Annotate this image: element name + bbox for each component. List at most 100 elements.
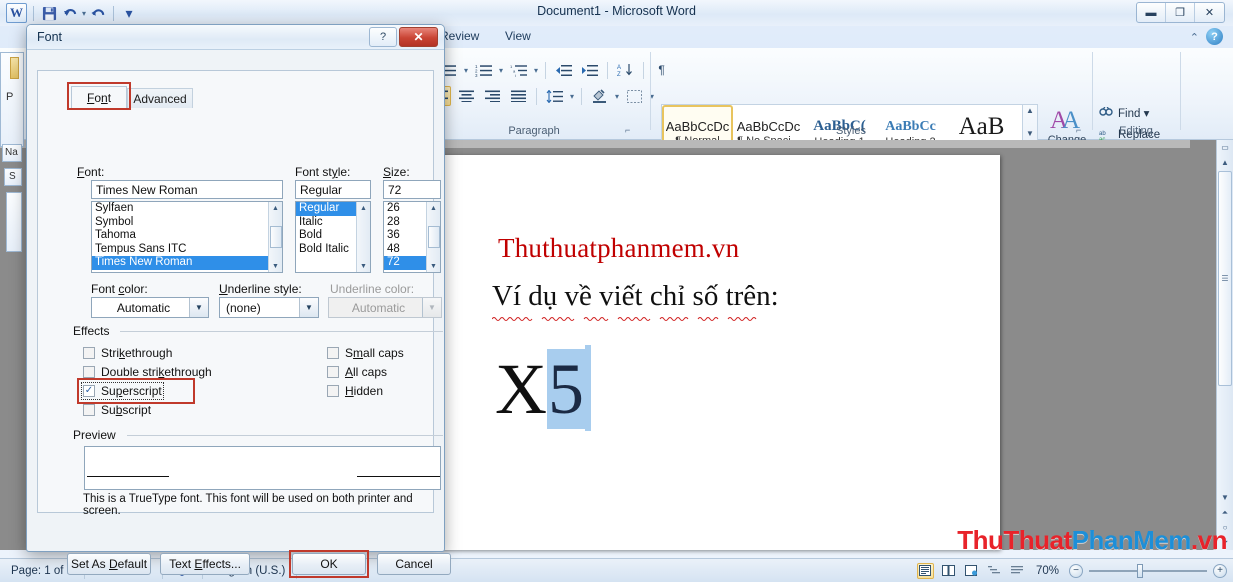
bullets-dropdown-icon[interactable]: ▾ (464, 66, 468, 75)
cancel-button[interactable]: Cancel (377, 553, 451, 575)
checkbox-box[interactable] (327, 347, 339, 359)
decrease-indent-icon[interactable] (553, 60, 574, 80)
increase-indent-icon[interactable] (579, 60, 600, 80)
size-input[interactable]: 72 (383, 180, 441, 199)
font-style-list-scrollbar[interactable]: ▲ ▼ (356, 202, 370, 272)
font-input[interactable]: Times New Roman (91, 180, 283, 199)
print-layout-icon[interactable] (917, 563, 934, 579)
style-list-scroll-up-icon[interactable]: ▲ (358, 202, 370, 214)
tab-advanced[interactable]: Advanced (127, 88, 193, 108)
checkbox-double-strikethrough[interactable]: Double strikethrough (83, 365, 212, 379)
scroll-thumb[interactable]: ☰ (1218, 171, 1232, 386)
zoom-slider-knob[interactable] (1137, 564, 1143, 578)
restore-icon[interactable]: ❐ (1166, 3, 1195, 22)
styles-scroll-up-icon[interactable]: ▲ (1026, 106, 1034, 115)
checkbox-subscript[interactable]: Subscript (83, 403, 151, 417)
checkbox-small-caps[interactable]: Small caps (327, 346, 404, 360)
show-formatting-marks-icon[interactable]: ¶ (651, 60, 672, 80)
sort-icon[interactable]: AZ (615, 60, 636, 80)
list-item[interactable]: Sylfaen (92, 202, 282, 216)
previous-page-icon[interactable]: ⏶ (1218, 505, 1233, 520)
set-as-default-button[interactable]: Set As Default (67, 553, 151, 575)
group-label-editing: Editing (1098, 125, 1174, 137)
scroll-down-icon[interactable]: ▼ (1218, 490, 1233, 505)
draft-icon[interactable] (1009, 563, 1026, 579)
multilevel-list-icon[interactable]: 1ai (508, 60, 529, 80)
multilevel-dropdown-icon[interactable]: ▾ (534, 66, 538, 75)
vertical-scrollbar[interactable]: ▭ ▲ ☰ ▼ ⏶ ○ ⏷ (1216, 140, 1233, 550)
font-style-listbox[interactable]: Regular Italic Bold Bold Italic ▲ ▼ (295, 201, 371, 273)
scroll-up-icon[interactable]: ▲ (1218, 155, 1233, 170)
numbering-dropdown-icon[interactable]: ▾ (499, 66, 503, 75)
checkbox-all-caps[interactable]: All caps (327, 365, 387, 379)
checkbox-box[interactable] (83, 366, 95, 378)
zoom-out-button[interactable]: − (1069, 564, 1083, 578)
paragraph-dialog-launcher-icon[interactable]: ⌐ (625, 125, 630, 135)
document-heading-text: Thuthuatphanmem.vn (498, 233, 739, 264)
tab-review[interactable]: Review (440, 29, 479, 43)
font-list-scroll-thumb[interactable] (270, 226, 282, 248)
checkbox-box[interactable] (327, 385, 339, 397)
tab-view[interactable]: View (505, 29, 531, 43)
font-list-scroll-up-icon[interactable]: ▲ (270, 202, 282, 214)
checkbox-hidden[interactable]: Hidden (327, 384, 383, 398)
font-dialog-help-icon[interactable]: ? (369, 27, 397, 47)
group-label-styles: Styles (661, 125, 1041, 137)
size-list-scroll-down-icon[interactable]: ▼ (428, 260, 440, 272)
text-effects-button[interactable]: Text Effects... (160, 553, 250, 575)
numbering-icon[interactable]: 123 (473, 60, 494, 80)
find-button[interactable]: Find ▾ (1098, 102, 1174, 124)
align-center-icon[interactable] (456, 86, 477, 106)
chevron-down-icon[interactable]: ▼ (299, 298, 318, 317)
document-page[interactable]: Thuthuatphanmem.vn Ví dụ về viết chỉ số … (440, 155, 1000, 550)
line-spacing-dropdown-icon[interactable]: ▾ (570, 92, 574, 101)
style-list-scroll-down-icon[interactable]: ▼ (358, 260, 370, 272)
checkbox-box[interactable] (83, 347, 95, 359)
styles-dialog-launcher-icon[interactable]: ⌐ (1076, 125, 1081, 135)
size-list-scrollbar[interactable]: ▲ ▼ (426, 202, 440, 272)
size-listbox[interactable]: 26 28 36 48 72 ▲ ▼ (383, 201, 441, 273)
chevron-down-icon[interactable]: ▼ (189, 298, 208, 317)
font-style-input[interactable]: Regular (295, 180, 371, 199)
align-right-icon[interactable] (482, 86, 503, 106)
underline-style-dropdown[interactable]: (none) ▼ (219, 297, 319, 318)
checkbox-superscript[interactable]: ✓ Superscript (83, 384, 162, 398)
checkbox-box-checked[interactable]: ✓ (83, 385, 95, 397)
ok-button[interactable]: OK (292, 553, 366, 575)
select-browse-object-icon[interactable]: ▭ (1218, 140, 1233, 155)
line-spacing-icon[interactable] (544, 86, 565, 106)
outline-icon[interactable] (986, 563, 1003, 579)
shading-dropdown-icon[interactable]: ▾ (615, 92, 619, 101)
list-item[interactable]: Symbol (92, 216, 282, 230)
font-list-scroll-down-icon[interactable]: ▼ (270, 260, 282, 272)
font-dialog-close-icon[interactable]: ✕ (399, 27, 438, 47)
zoom-level-label[interactable]: 70% (1032, 565, 1063, 577)
font-style-label: Font style: (295, 165, 350, 179)
tab-font[interactable]: Font (71, 86, 127, 108)
size-list-scroll-thumb[interactable] (428, 226, 440, 248)
list-item[interactable]: Tahoma (92, 229, 282, 243)
zoom-slider[interactable] (1089, 570, 1207, 572)
borders-icon[interactable] (624, 86, 645, 106)
font-list-scrollbar[interactable]: ▲ ▼ (268, 202, 282, 272)
checkbox-box[interactable] (327, 366, 339, 378)
checkbox-box[interactable] (83, 404, 95, 416)
minimize-ribbon-icon[interactable]: ⌃ (1190, 31, 1199, 44)
panel-thumbnail (10, 57, 19, 79)
watermark-logo: ThuThuatPhanMem.vn (957, 525, 1227, 556)
size-list-scroll-up-icon[interactable]: ▲ (428, 202, 440, 214)
web-layout-icon[interactable] (963, 563, 980, 579)
close-icon[interactable]: ✕ (1195, 3, 1224, 22)
find-label: Find ▾ (1118, 106, 1149, 120)
shading-icon[interactable] (589, 86, 610, 106)
full-screen-reading-icon[interactable] (940, 563, 957, 579)
minimize-icon[interactable]: ▬ (1137, 3, 1166, 22)
zoom-in-button[interactable]: + (1213, 564, 1227, 578)
checkbox-strikethrough[interactable]: Strikethrough (83, 346, 172, 360)
justify-icon[interactable] (508, 86, 529, 106)
help-icon[interactable]: ? (1206, 28, 1223, 45)
list-item[interactable]: Tempus Sans ITC (92, 243, 282, 257)
list-item-selected[interactable]: Times New Roman (92, 256, 282, 270)
font-color-dropdown[interactable]: Automatic ▼ (91, 297, 209, 318)
font-listbox[interactable]: Sylfaen Symbol Tahoma Tempus Sans ITC Ti… (91, 201, 283, 273)
